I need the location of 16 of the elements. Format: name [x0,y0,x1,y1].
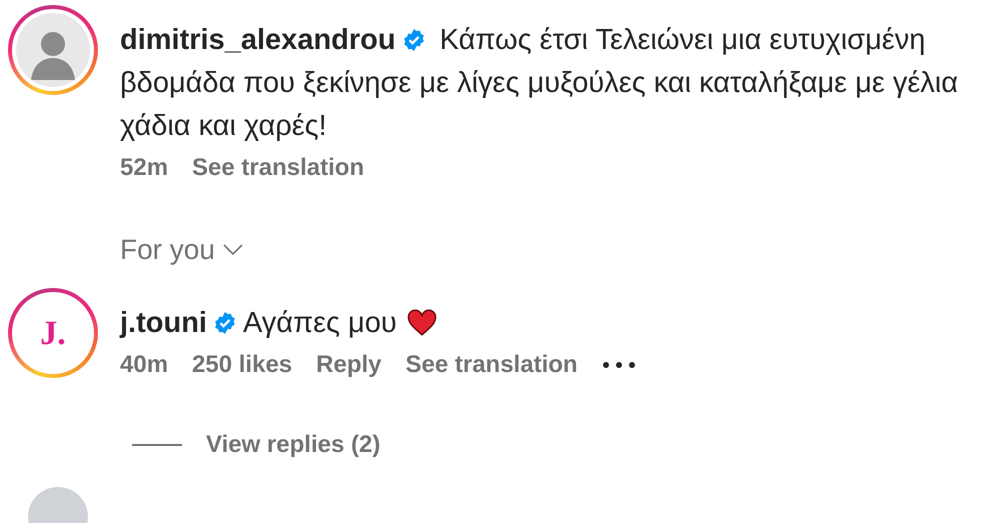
reply-link[interactable]: Reply [316,345,382,385]
comment-text: Αγάπες μου [242,307,397,339]
see-translation-link[interactable]: See translation [406,345,578,385]
see-translation-link[interactable]: See translation [192,154,364,181]
timestamp: 40m [120,350,168,380]
username-link[interactable]: dimitris_alexandrou [120,24,396,56]
sort-dropdown[interactable]: For you [120,229,215,271]
likes-count[interactable]: 250 likes [192,345,292,385]
chevron-down-icon[interactable] [222,244,243,256]
more-options-icon[interactable] [602,361,636,369]
post-caption: dimitris_alexandrou Κάπως έτσι Τελειώνει μια ευτυχισμένη βδομάδα που ξεκίνησε με λίγες μυξούλες και καταλήξαμε με γέλια χάδια και χαρές! [120,23,959,144]
timestamp: 52m [120,154,168,181]
avatar-letters: J. [40,314,66,354]
profile-avatar[interactable]: J. [8,288,98,378]
view-replies-link[interactable]: View replies (2) [206,425,380,465]
username-link[interactable]: j.touni [120,307,207,339]
